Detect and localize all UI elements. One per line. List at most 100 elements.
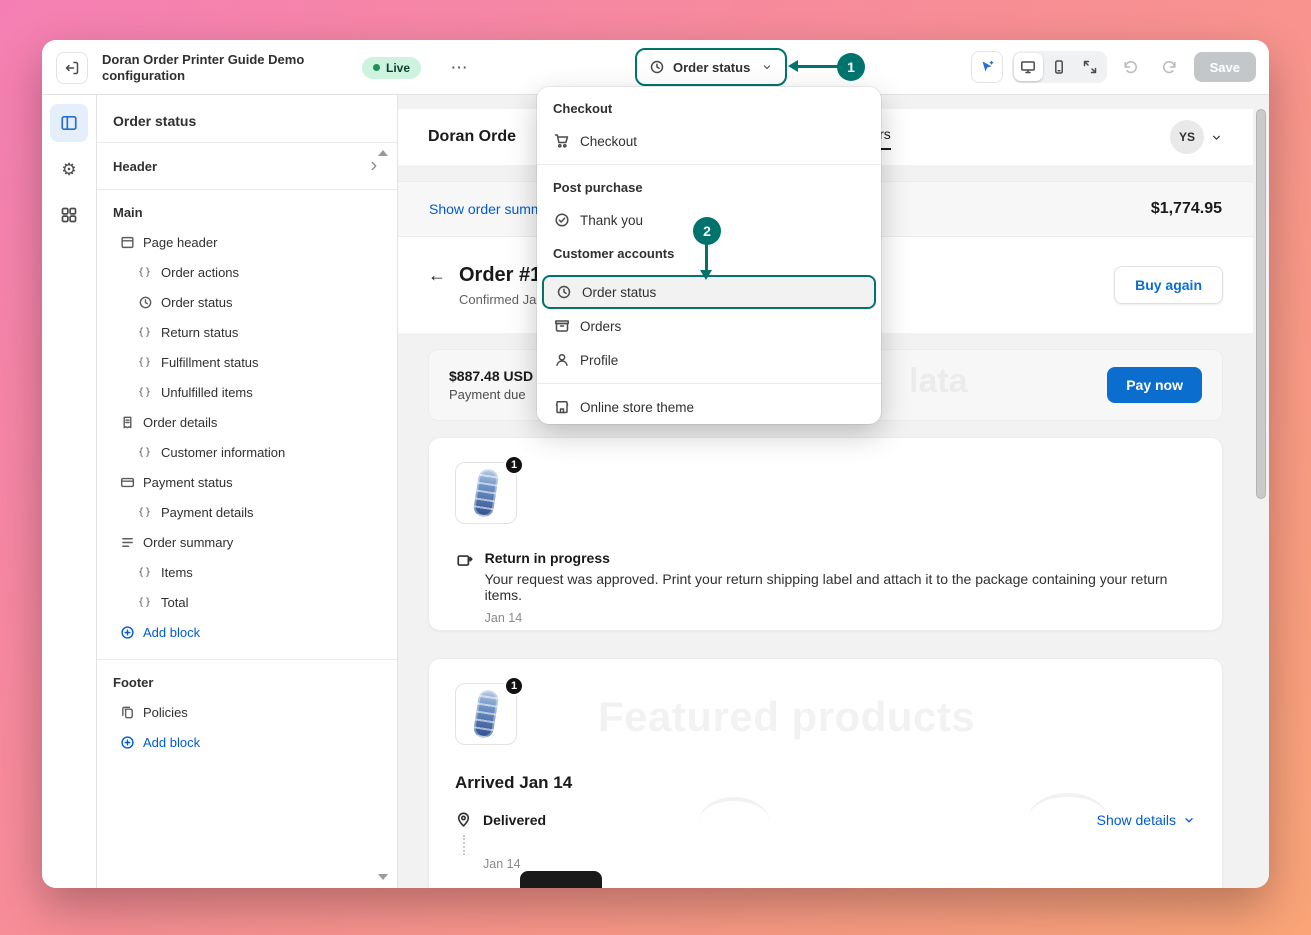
redo-icon	[1163, 60, 1176, 73]
page-selector-label: Order status	[673, 59, 751, 75]
receipt-icon	[119, 414, 135, 430]
exit-editor-button[interactable]	[56, 51, 88, 84]
delivery-title: Arrived Jan 14	[455, 773, 573, 792]
dropdown-group-post-purchase: Post purchase	[553, 180, 643, 195]
tree-item-page-header[interactable]: Page header	[97, 227, 397, 257]
tree-item-items[interactable]: {} Items	[97, 557, 397, 587]
tree-item-unfulfilled-items[interactable]: {} Unfulfilled items	[97, 377, 397, 407]
tree-item-return-status[interactable]: {} Return status	[97, 317, 397, 347]
pay-now-button[interactable]: Pay now	[1107, 367, 1202, 403]
account-menu[interactable]: YS	[1170, 120, 1223, 154]
undo-button[interactable]	[1116, 52, 1146, 82]
tree-item-order-actions[interactable]: {} Order actions	[97, 257, 397, 287]
quantity-badge: 1	[504, 455, 524, 475]
desktop-preview-button[interactable]	[1013, 53, 1043, 81]
title-line-1: Doran Order Printer Guide Demo	[102, 51, 305, 67]
dropdown-item-online-store-theme[interactable]: Online store theme	[537, 390, 881, 424]
tree-item-payment-status[interactable]: Payment status	[97, 467, 397, 497]
return-status-title: Return in progress	[484, 550, 610, 566]
rail-sections-button[interactable]	[50, 104, 88, 142]
topbar-right: Save	[970, 51, 1256, 83]
partial-dark-button[interactable]	[520, 871, 602, 888]
more-actions-button[interactable]: ⋯	[443, 54, 475, 82]
tree-item-fulfillment-status[interactable]: {} Fulfillment status	[97, 347, 397, 377]
tree-item-label: Order details	[143, 414, 218, 430]
dropdown-item-checkout[interactable]: Checkout	[537, 124, 881, 158]
tree-item-label: Items	[161, 564, 193, 580]
main-add-block-button[interactable]: Add block	[97, 617, 397, 647]
dropdown-item-orders[interactable]: Orders	[537, 309, 881, 343]
background-watermark-small: lata	[909, 362, 968, 400]
annotation-step-1: 1	[837, 53, 865, 81]
tree-item-label: Total	[161, 594, 189, 610]
sections-panel: Order status Header Main Page header {} …	[97, 95, 398, 888]
tree-item-label: Order summary	[143, 534, 234, 550]
rail-apps-button[interactable]	[50, 196, 88, 234]
rail-settings-button[interactable]: ⚙	[50, 150, 88, 188]
page-selector-button[interactable]: Order status	[639, 52, 783, 82]
inspector-button[interactable]	[970, 51, 1003, 83]
tree-item-label: Return status	[161, 324, 239, 340]
tree-item-customer-information[interactable]: {} Customer information	[97, 437, 397, 467]
show-order-summary-link[interactable]: Show order summ	[429, 201, 543, 217]
fullscreen-preview-button[interactable]	[1076, 53, 1105, 81]
mobile-preview-button[interactable]	[1045, 53, 1074, 81]
snowboard-image	[472, 688, 500, 740]
page-selector-highlight: Order status	[635, 48, 787, 86]
block-icon: {}	[137, 446, 153, 458]
order-status-icon	[649, 59, 665, 75]
page-selector-dropdown: Checkout Checkout Post purchase Thank yo…	[537, 87, 881, 424]
panel-header-row[interactable]: Header	[97, 143, 397, 189]
snowboard-image	[472, 467, 500, 519]
back-arrow-icon[interactable]: ←	[428, 265, 450, 286]
tree-item-order-details[interactable]: Order details	[97, 407, 397, 437]
delivery-status-card: 1 Arrived Jan 14 Delivered Show details	[428, 658, 1223, 888]
payment-amount: $887.48 USD	[449, 368, 534, 384]
tree-item-policies[interactable]: Policies	[97, 697, 397, 727]
order-confirmed-date: Confirmed Ja	[459, 291, 537, 307]
buy-again-button[interactable]: Buy again	[1114, 266, 1223, 304]
location-pin-icon	[455, 811, 473, 829]
tree-item-order-summary[interactable]: Order summary	[97, 527, 397, 557]
apps-grid-icon	[61, 207, 77, 223]
product-thumbnail: 1	[455, 676, 524, 745]
divider	[537, 383, 881, 384]
tree-item-order-status[interactable]: Order status	[97, 287, 397, 317]
panel-scroll-down-arrow[interactable]	[378, 874, 388, 880]
delivery-date: Jan 14	[483, 857, 521, 871]
panel-scroll-up-arrow[interactable]	[378, 150, 388, 156]
storefront-icon	[553, 398, 571, 416]
inspector-cursor-icon	[982, 60, 993, 72]
redo-button[interactable]	[1155, 52, 1185, 82]
return-status-date: Jan 14	[484, 611, 523, 625]
tree-item-label: Page header	[143, 234, 218, 250]
cart-icon	[553, 132, 571, 150]
tree-item-label: Customer information	[161, 444, 286, 460]
tree-item-total[interactable]: {} Total	[97, 587, 397, 617]
quantity-badge: 1	[504, 676, 524, 696]
chevron-right-icon	[367, 159, 381, 173]
live-dot-icon	[373, 64, 380, 71]
divider	[537, 164, 881, 165]
annotation-step-2: 2	[693, 217, 721, 245]
show-details-link[interactable]: Show details	[1097, 812, 1196, 828]
dropdown-item-order-status[interactable]: Order status	[542, 275, 876, 309]
dropdown-item-label: Checkout	[580, 133, 638, 149]
save-button[interactable]: Save	[1193, 52, 1256, 82]
return-status-card: 1 Return in progress Your request was ap…	[428, 437, 1223, 631]
list-icon	[119, 534, 135, 550]
editor-window: Doran Order Printer Guide Demo configura…	[42, 40, 1269, 888]
mobile-icon	[1055, 60, 1064, 74]
dropdown-item-profile[interactable]: Profile	[537, 343, 881, 377]
block-icon: {}	[137, 386, 153, 398]
payment-due-label: Payment due	[449, 387, 526, 402]
live-label: Live	[386, 60, 411, 75]
add-circle-icon	[119, 734, 135, 750]
preview-scrollbar-thumb[interactable]	[1256, 109, 1266, 499]
order-total: $1,774.95	[1150, 200, 1222, 217]
tree-item-label: Policies	[143, 704, 188, 720]
device-preview-group	[1011, 51, 1107, 83]
footer-add-block-button[interactable]: Add block	[97, 727, 397, 757]
tree-item-payment-details[interactable]: {} Payment details	[97, 497, 397, 527]
check-circle-icon	[553, 211, 571, 229]
